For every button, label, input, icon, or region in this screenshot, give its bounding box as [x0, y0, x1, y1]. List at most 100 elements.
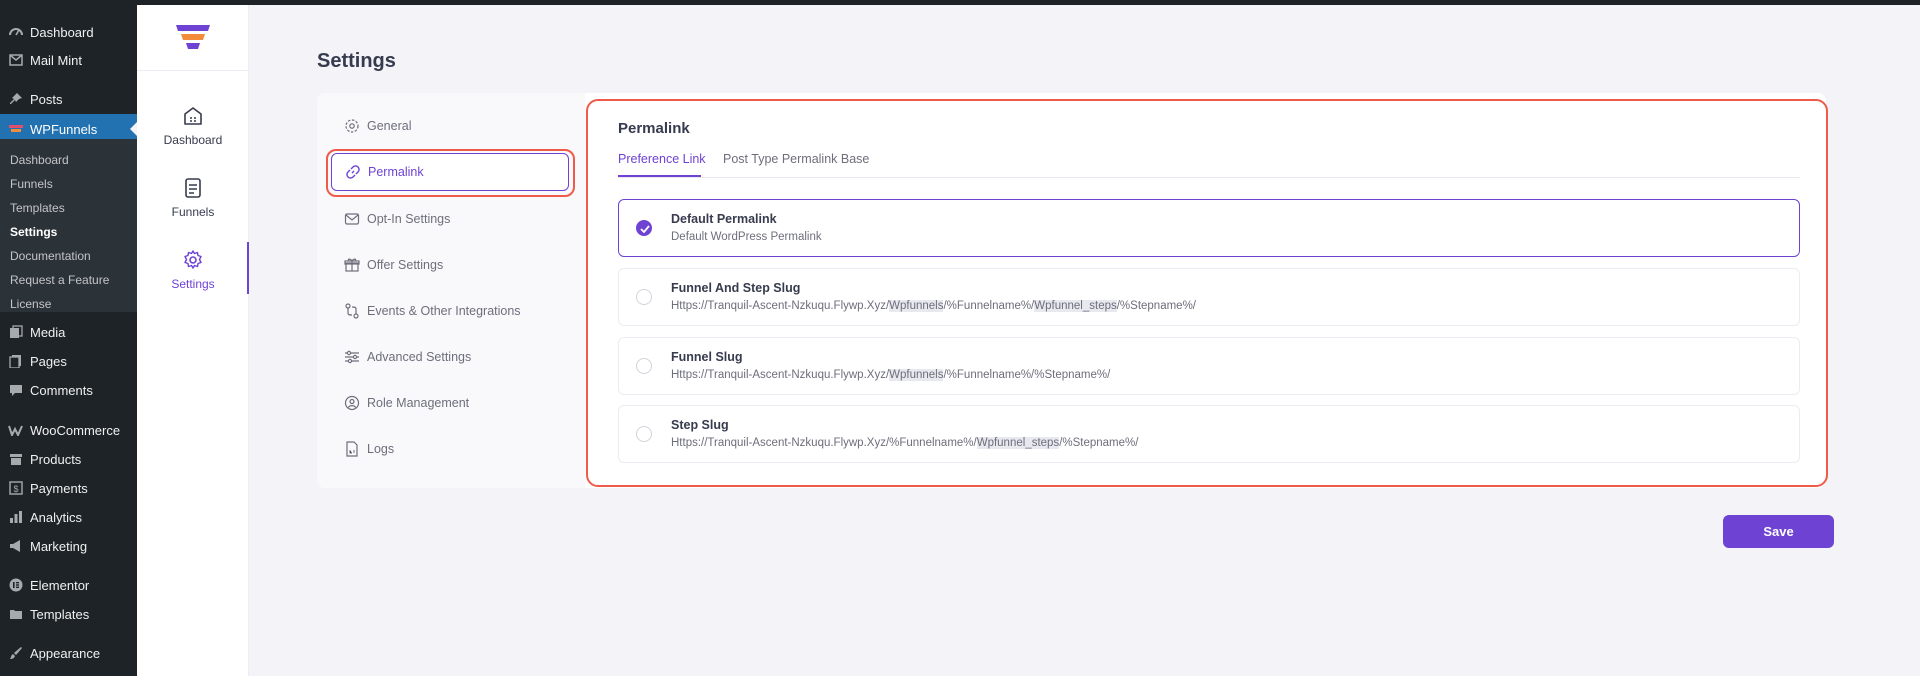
- wp-menu-label: Marketing: [30, 538, 88, 554]
- url-part: /%Stepname%/: [1059, 437, 1139, 449]
- wp-admin-sidebar-lower: Media Pages Comments WooCommerce Product…: [0, 317, 137, 676]
- rail-settings[interactable]: Settings: [137, 249, 249, 291]
- wp-menu-label: WooCommerce: [30, 422, 121, 438]
- save-button[interactable]: Save: [1723, 515, 1834, 548]
- url-highlight: Wpfunnels: [889, 300, 944, 312]
- permalink-highlight: [326, 149, 575, 197]
- settings-menu-role[interactable]: Role Management: [344, 388, 564, 418]
- document-icon: [185, 178, 201, 198]
- wp-menu-woocommerce[interactable]: WooCommerce: [0, 415, 137, 445]
- woocommerce-icon: [8, 423, 23, 438]
- panel-title: Permalink: [618, 120, 690, 137]
- rail-funnels[interactable]: Funnels: [137, 177, 249, 219]
- pin-icon: [8, 92, 23, 107]
- tab-preference-link[interactable]: Preference Link: [618, 152, 706, 166]
- wp-sub-request-feature[interactable]: Request a Feature: [10, 273, 109, 287]
- gift-icon: [344, 258, 360, 272]
- megaphone-icon: [8, 539, 23, 554]
- wpfunnels-icon: [8, 122, 23, 137]
- settings-menu-label: Advanced Settings: [367, 350, 472, 364]
- url-highlight: Wpfunnels: [889, 369, 944, 381]
- wp-menu-label: Dashboard: [30, 24, 94, 40]
- wp-menu-appearance[interactable]: Appearance: [0, 638, 137, 668]
- gauge-icon: [8, 25, 23, 40]
- wp-sub-funnels[interactable]: Funnels: [10, 177, 53, 191]
- tab-divider: [618, 177, 1800, 178]
- wpfunnels-rail: Dashboard Funnels Settings: [137, 5, 249, 676]
- url-part: /%Funnelname%/%Stepname%/: [943, 369, 1111, 381]
- wp-sub-license[interactable]: License: [10, 297, 51, 311]
- settings-menu-advanced[interactable]: Advanced Settings: [344, 342, 564, 372]
- wp-sub-dashboard[interactable]: Dashboard: [10, 153, 69, 167]
- option-step-slug[interactable]: Step Slug Https://Tranquil-Ascent-Nzkuqu…: [618, 405, 1800, 463]
- tab-post-type-permalink-base[interactable]: Post Type Permalink Base: [723, 152, 869, 166]
- rail-label: Settings: [171, 277, 215, 291]
- rail-active-indicator: [247, 242, 249, 294]
- svg-text:$: $: [13, 484, 18, 494]
- rail-divider: [137, 70, 249, 71]
- wp-menu-label: Media: [30, 324, 66, 340]
- brush-icon: [8, 646, 23, 661]
- gear-icon: [184, 250, 202, 269]
- option-desc: Https://Tranquil-Ascent-Nzkuqu.Flywp.Xyz…: [671, 437, 1138, 449]
- settings-menu-optin[interactable]: Opt-In Settings: [344, 204, 564, 234]
- settings-menu-label: Role Management: [367, 396, 470, 410]
- wp-sub-settings[interactable]: Settings: [10, 225, 57, 239]
- wp-menu-products[interactable]: Products: [0, 444, 137, 474]
- log-file-icon: [346, 441, 358, 457]
- wp-menu-posts[interactable]: Posts: [0, 84, 137, 114]
- url-part: Https://Tranquil-Ascent-Nzkuqu.Flywp.Xyz…: [671, 300, 890, 312]
- wp-menu-pages[interactable]: Pages: [0, 346, 137, 376]
- gear-icon: [345, 119, 359, 133]
- option-title: Step Slug: [671, 418, 729, 432]
- url-part: Https://Tranquil-Ascent-Nzkuqu.Flywp.Xyz…: [671, 437, 977, 449]
- option-title: Funnel And Step Slug: [671, 281, 801, 295]
- envelope-icon: [344, 213, 360, 225]
- radio-unselected[interactable]: [636, 289, 652, 305]
- wp-menu-media[interactable]: Media: [0, 317, 137, 347]
- wp-submenu: Dashboard Funnels Templates Settings Doc…: [0, 139, 137, 312]
- wp-menu-dashboard[interactable]: Dashboard: [0, 17, 137, 47]
- top-bar: [0, 0, 1920, 5]
- wp-menu-mail-mint[interactable]: Mail Mint: [0, 45, 137, 75]
- option-desc: Https://Tranquil-Ascent-Nzkuqu.Flywp.Xyz…: [671, 300, 1196, 312]
- wp-menu-label: WPFunnels: [30, 121, 98, 137]
- bar-chart-icon: [8, 510, 23, 525]
- wp-menu-templates[interactable]: Templates: [0, 599, 137, 629]
- settings-menu-logs[interactable]: Logs: [344, 434, 564, 464]
- option-desc: Default WordPress Permalink: [671, 231, 822, 243]
- wp-sub-templates[interactable]: Templates: [10, 201, 65, 215]
- option-funnel-and-step-slug[interactable]: Funnel And Step Slug Https://Tranquil-As…: [618, 268, 1800, 326]
- radio-unselected[interactable]: [636, 358, 652, 374]
- wp-menu-analytics[interactable]: Analytics: [0, 502, 137, 532]
- dollar-icon: $: [8, 481, 23, 496]
- settings-menu-label: Opt-In Settings: [367, 212, 451, 226]
- wp-menu-marketing[interactable]: Marketing: [0, 531, 137, 561]
- settings-menu-label: Logs: [367, 442, 395, 456]
- page-title: Settings: [317, 50, 396, 72]
- settings-menu-label: Offer Settings: [367, 258, 444, 272]
- wp-menu-label: Elementor: [30, 577, 90, 593]
- elementor-icon: [8, 578, 23, 593]
- wp-menu-label: Templates: [30, 606, 90, 622]
- url-highlight: Wpfunnel_steps: [1034, 300, 1117, 312]
- option-funnel-slug[interactable]: Funnel Slug Https://Tranquil-Ascent-Nzku…: [618, 337, 1800, 395]
- rail-dashboard[interactable]: Dashboard: [137, 105, 249, 147]
- wp-menu-label: Comments: [30, 382, 93, 398]
- settings-menu-events[interactable]: Events & Other Integrations: [344, 296, 564, 326]
- wp-menu-payments[interactable]: $ Payments: [0, 473, 137, 503]
- wp-menu-elementor[interactable]: Elementor: [0, 570, 137, 600]
- radio-unselected[interactable]: [636, 426, 652, 442]
- option-default-permalink[interactable]: Default Permalink Default WordPress Perm…: [618, 199, 1800, 257]
- archive-icon: [8, 452, 23, 467]
- user-gear-icon: [344, 395, 360, 411]
- rail-label: Funnels: [171, 205, 215, 219]
- wp-menu-comments[interactable]: Comments: [0, 375, 137, 405]
- settings-menu-label: General: [367, 119, 412, 133]
- settings-menu-offer[interactable]: Offer Settings: [344, 250, 564, 280]
- settings-menu-general[interactable]: General: [344, 111, 564, 141]
- url-part: /%Funnelname%/: [943, 300, 1035, 312]
- url-part: /%Stepname%/: [1116, 300, 1196, 312]
- radio-selected[interactable]: [636, 220, 652, 236]
- wp-sub-documentation[interactable]: Documentation: [10, 249, 91, 263]
